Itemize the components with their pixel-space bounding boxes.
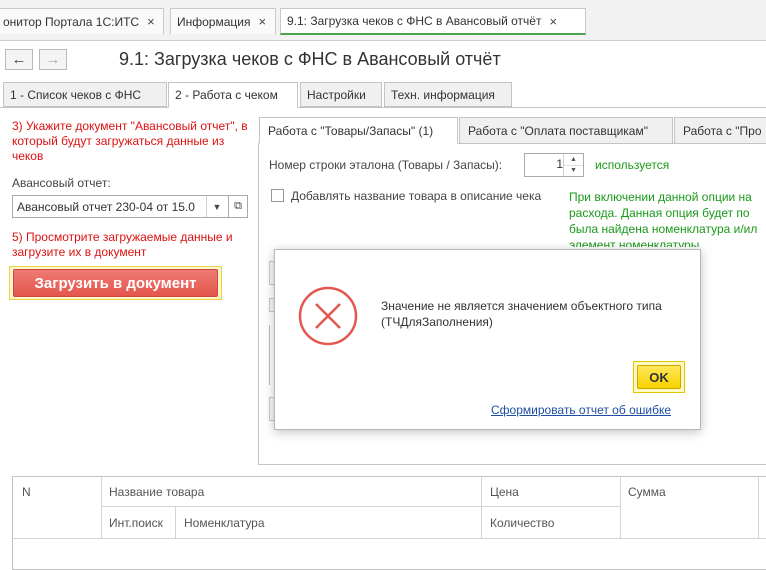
row-status-text: используется <box>595 158 670 172</box>
chevron-down-icon[interactable]: ▼ <box>564 165 583 176</box>
table-divider <box>481 477 482 538</box>
arrow-right-icon: → <box>45 51 61 68</box>
ok-button[interactable]: OK <box>637 365 681 389</box>
column-header-n[interactable]: N <box>22 485 31 499</box>
goods-table: N Название товара Инт.поиск Номенклатура… <box>12 476 766 570</box>
load-into-document-button[interactable]: Загрузить в документ <box>13 269 218 297</box>
table-divider <box>175 507 176 538</box>
report-select[interactable]: Авансовый отчет 230-04 от 15.0 <box>12 195 232 218</box>
tab-receipts-list[interactable]: 1 - Список чеков с ФНС <box>3 82 167 107</box>
tab-goods-stock[interactable]: Работа с "Товары/Запасы" (1) <box>259 117 458 144</box>
error-dialog: Значение не является значением объектног… <box>274 249 701 430</box>
report-label: Авансовый отчет: <box>12 176 111 190</box>
error-icon <box>298 286 358 346</box>
error-message: Значение не является значением объектног… <box>381 299 662 329</box>
tab-tech-info[interactable]: Техн. информация <box>384 82 512 107</box>
forward-button[interactable]: → <box>39 49 67 70</box>
column-header-sum[interactable]: Сумма <box>628 485 666 499</box>
error-report-link[interactable]: Сформировать отчет об ошибке <box>491 403 671 417</box>
stepper-buttons: ▲ ▼ <box>563 154 583 176</box>
tab-work-with-receipt[interactable]: 2 - Работа с чеком <box>168 82 298 108</box>
tab-settings[interactable]: Настройки <box>300 82 382 107</box>
window-tab-info[interactable]: Информация × <box>170 8 276 34</box>
window-tab-label: 9.1: Загрузка чеков с ФНС в Авансовый от… <box>287 14 542 28</box>
arrow-left-icon: ← <box>11 51 27 68</box>
page-title: 9.1: Загрузка чеков с ФНС в Авансовый от… <box>119 49 501 69</box>
report-select-value: Авансовый отчет 230-04 от 15.0 <box>17 199 195 214</box>
close-icon[interactable]: × <box>549 14 557 29</box>
step3-instruction: 3) Укажите документ "Авансовый отчет", в… <box>12 119 248 163</box>
form-tab-divider <box>0 107 766 108</box>
window-tab-label: Информация <box>177 14 251 29</box>
back-button[interactable]: ← <box>5 49 33 70</box>
column-header-name[interactable]: Название товара <box>109 485 204 499</box>
column-header-nomenclature[interactable]: Номенклатура <box>184 516 265 530</box>
chevron-down-icon[interactable]: ▼ <box>206 196 227 217</box>
step5-instruction: 5) Просмотрите загружаемые данные и загр… <box>12 230 233 259</box>
table-divider <box>620 477 621 538</box>
option-hint: При включении данной опции на расхода. Д… <box>569 190 758 247</box>
table-divider <box>13 538 766 539</box>
open-document-icon[interactable]: ⧉ <box>228 195 248 218</box>
window-tab-label: онитор Портала 1С:ИТС <box>3 14 140 29</box>
window-tab-receipts-loader[interactable]: 9.1: Загрузка чеков с ФНС в Авансовый от… <box>280 8 586 35</box>
close-icon[interactable]: × <box>258 14 266 29</box>
table-divider <box>101 506 621 507</box>
close-icon[interactable]: × <box>147 14 155 29</box>
row-number-stepper[interactable]: 1 ▲ ▼ <box>524 153 584 177</box>
window-tab-its-monitor[interactable]: онитор Портала 1С:ИТС × <box>0 8 164 34</box>
table-divider <box>101 477 102 538</box>
tab-other[interactable]: Работа с "Про <box>674 117 766 144</box>
add-name-checkbox[interactable] <box>271 189 284 202</box>
column-header-search[interactable]: Инт.поиск <box>109 516 163 530</box>
column-header-price[interactable]: Цена <box>490 485 519 499</box>
row-number-value: 1 <box>556 157 563 171</box>
add-name-checkbox-label: Добавлять название товара в описание чек… <box>291 189 542 203</box>
column-header-quantity[interactable]: Количество <box>490 516 554 530</box>
row-number-label: Номер строки эталона (Товары / Запасы): <box>269 158 503 172</box>
tab-supplier-payment[interactable]: Работа с "Оплата поставщикам" <box>459 117 673 144</box>
window-tab-bar: онитор Портала 1С:ИТС × Информация × 9.1… <box>0 0 766 41</box>
table-divider <box>758 477 759 538</box>
